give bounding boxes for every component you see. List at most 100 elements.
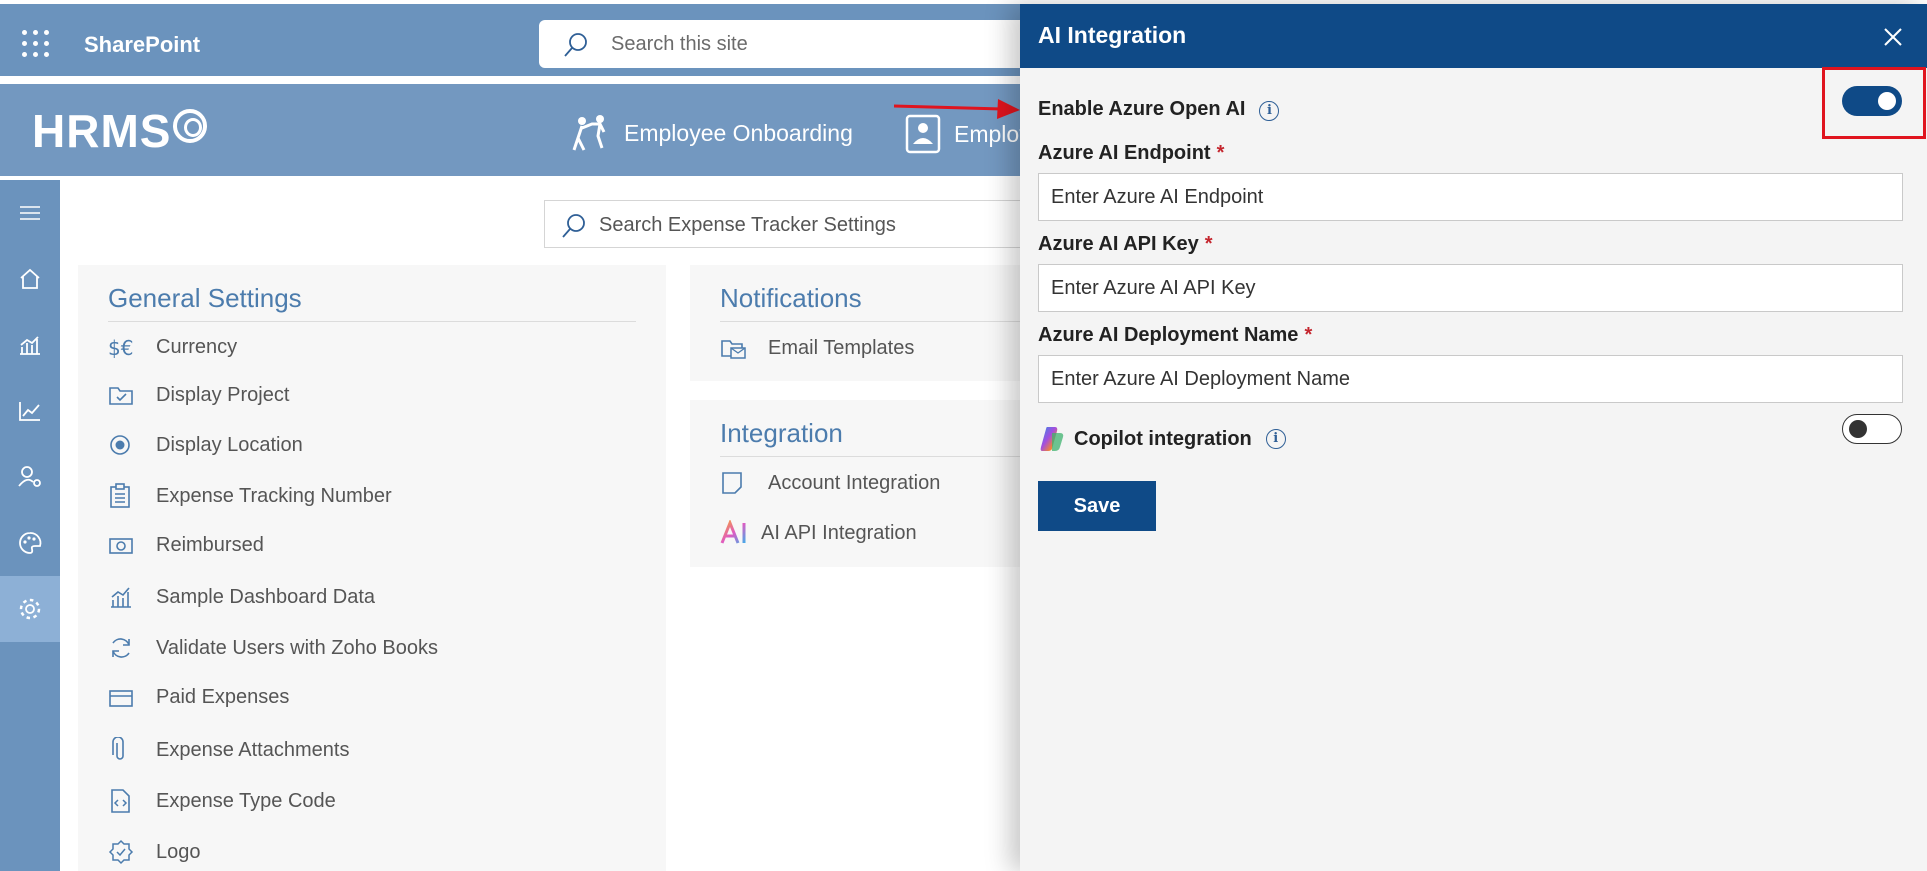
info-icon[interactable]: i [1259,101,1280,121]
rail-item-settings[interactable] [0,576,60,642]
gear-icon [19,598,41,620]
notifications-divider [720,321,1020,322]
settings-search-placeholder: Search Expense Tracker Settings [599,214,896,236]
setting-label: Expense Type Code [156,789,336,812]
site-search-box[interactable]: Search this site [539,20,1039,68]
setting-label: Expense Attachments [156,738,350,761]
close-icon[interactable] [1878,22,1908,52]
money-icon [108,535,156,557]
card-icon [108,687,156,709]
enable-azure-openai-text: Enable Azure Open AI [1038,98,1246,120]
notifications-title: Notifications [720,283,862,313]
user-settings-icon [18,466,41,487]
setting-expense-attachments[interactable]: Expense Attachments [108,737,349,763]
setting-label: Expense Tracking Number [156,484,392,507]
left-navigation-rail [0,180,60,871]
annotation-highlight-box [1822,67,1926,139]
setting-label: Display Location [156,433,303,456]
sharepoint-title[interactable]: SharePoint [84,32,200,58]
setting-display-location[interactable]: Display Location [108,433,303,457]
search-icon [564,33,587,57]
setting-logo[interactable]: Logo [108,839,201,865]
setting-validate-users-zoho[interactable]: Validate Users with Zoho Books [108,635,438,661]
rail-item-trends[interactable] [0,378,60,444]
clipboard-list-icon [108,483,156,509]
account-page-icon [720,470,768,496]
code-file-icon [108,788,156,814]
setting-label: Currency [156,335,238,358]
rail-item-user-settings[interactable] [0,444,60,510]
setting-label: Validate Users with Zoho Books [156,636,438,659]
setting-label: Display Project [156,383,290,406]
copilot-integration-text: Copilot integration [1074,427,1252,450]
palette-icon [19,532,42,554]
api-key-label-text: Azure AI API Key [1038,233,1199,255]
setting-label: Account Integration [768,471,941,494]
deployment-name-label: Azure AI Deployment Name * [1038,324,1312,347]
setting-label: Sample Dashboard Data [156,585,376,608]
nav-employee-onboarding-label: Employee Onboarding [624,119,853,146]
app-launcher-icon[interactable] [22,30,50,57]
badge-check-icon [108,839,156,865]
endpoint-label-text: Azure AI Endpoint [1038,142,1211,164]
settings-search-box[interactable]: Search Expense Tracker Settings [544,200,1044,248]
copilot-integration-label: Copilot integration i [1038,425,1286,453]
notifications-card: Notifications Email Templates [690,265,1020,381]
setting-expense-type-code[interactable]: Expense Type Code [108,788,336,814]
home-icon [20,268,40,289]
hamburger-menu-icon [20,206,40,220]
rail-menu-toggle[interactable] [0,180,60,246]
copilot-integration-toggle[interactable] [1842,414,1902,444]
site-search-placeholder: Search this site [611,33,748,55]
required-asterisk: * [1204,233,1213,255]
toggle-knob [1849,420,1867,438]
svg-text:$€: $€ [108,336,133,359]
setting-paid-expenses[interactable]: Paid Expenses [108,686,289,709]
setting-display-project[interactable]: Display Project [108,383,289,407]
general-settings-divider [108,321,636,322]
search-icon [562,214,585,238]
rail-item-theme[interactable] [0,510,60,576]
hrms-logo-mark-icon [173,109,208,143]
rail-item-analytics[interactable] [0,312,60,378]
api-key-input[interactable] [1038,264,1903,312]
analytics-chart-icon [20,336,40,355]
nav-employee-onboarding[interactable]: Employee Onboarding [570,114,853,152]
panel-title: AI Integration [1038,22,1187,48]
paperclip-icon [108,737,156,763]
email-template-icon [720,335,768,361]
endpoint-input[interactable] [1038,173,1903,221]
general-settings-title: General Settings [108,283,302,313]
ai-logo-icon [720,520,761,546]
integration-divider [720,456,1020,457]
setting-account-integration[interactable]: Account Integration [720,470,940,496]
integration-card: Integration Account Integration AI API I… [690,400,1020,567]
trend-line-icon [19,402,40,421]
setting-expense-tracking-number[interactable]: Expense Tracking Number [108,483,392,509]
deployment-name-input[interactable] [1038,355,1903,403]
setting-currency[interactable]: $€ Currency [108,335,238,360]
general-settings-card: General Settings $€ Currency Display Pro… [78,265,666,871]
location-radio-icon [108,433,156,457]
currency-icon: $€ [108,335,156,359]
setting-reimbursed[interactable]: Reimbursed [108,534,264,557]
required-asterisk: * [1304,324,1313,346]
save-button[interactable]: Save [1038,481,1156,531]
annotation-arrow-icon [894,99,1020,119]
deployment-name-label-text: Azure AI Deployment Name [1038,324,1299,346]
setting-label: AI API Integration [761,521,917,544]
rail-item-home[interactable] [0,246,60,312]
setting-email-templates[interactable]: Email Templates [720,335,914,361]
panel-header: AI Integration [1020,4,1927,68]
required-asterisk: * [1216,142,1225,164]
hrms-logo[interactable]: HRMS [32,104,208,158]
info-icon[interactable]: i [1265,429,1286,449]
setting-label: Email Templates [768,336,915,359]
setting-label: Paid Expenses [156,686,290,708]
sync-icon [108,635,156,661]
setting-ai-api-integration[interactable]: AI API Integration [720,520,917,546]
api-key-label: Azure AI API Key * [1038,233,1213,256]
enable-azure-openai-label: Enable Azure Open AI i [1038,98,1280,121]
ai-integration-panel: AI Integration Enable Azure Open AI i Azu… [1020,4,1927,871]
setting-sample-dashboard-data[interactable]: Sample Dashboard Data [108,585,375,609]
